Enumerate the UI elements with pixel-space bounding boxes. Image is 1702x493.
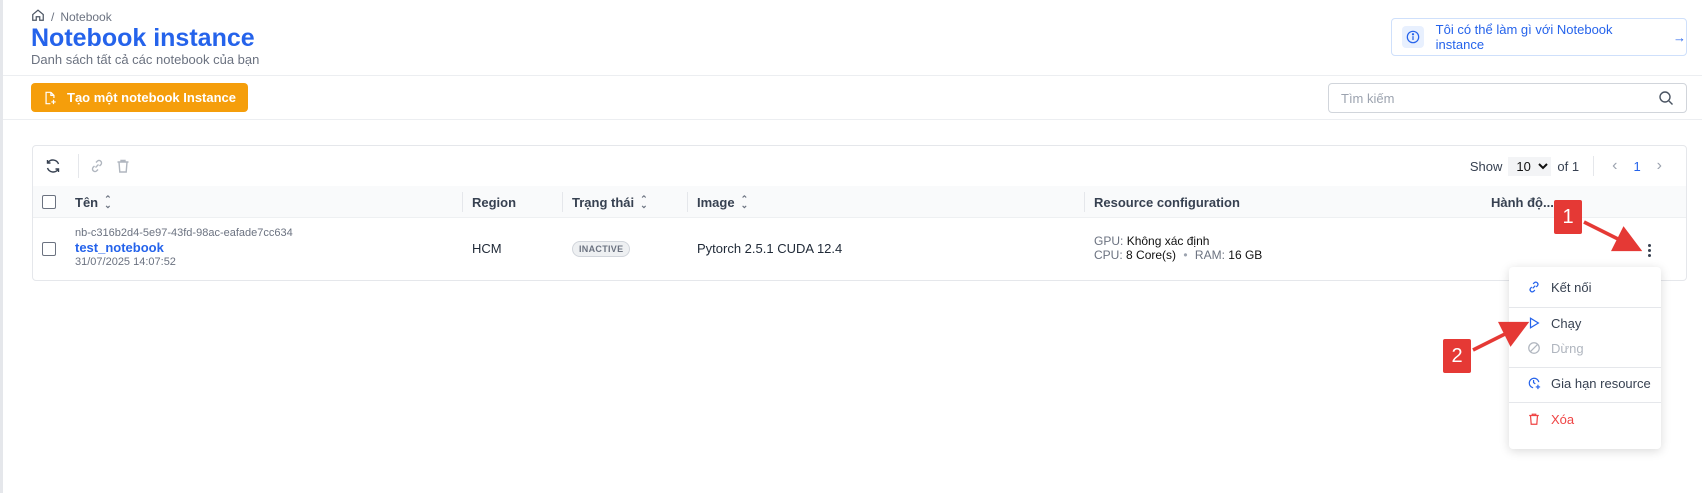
column-label: Tên — [75, 194, 99, 210]
menu-divider — [1509, 367, 1661, 368]
page-total: of 1 — [1557, 158, 1580, 174]
menu-item-label: Dừng — [1551, 340, 1584, 356]
bullet-separator: • — [1183, 248, 1188, 262]
page-title: Notebook instance — [31, 24, 255, 52]
created-date: 31/07/2025 14:07:52 — [75, 256, 176, 268]
pager-divider — [1593, 156, 1595, 176]
menu-item-label: Xóa — [1551, 411, 1575, 427]
notebook-table: Show 10 of 1 ‹ 1 › Tên ⌃ ⌄ Region Trạng t… — [32, 145, 1687, 281]
column-label: Image — [697, 194, 735, 210]
select-all-checkbox[interactable] — [42, 195, 56, 209]
menu-item-connect[interactable]: Kết nối — [1509, 275, 1661, 299]
cpu-ram-line: CPU: 8 Core(s) • RAM: 16 GB — [1094, 248, 1262, 262]
table-header: Tên ⌃ ⌄ Region Trạng thái ⌃ ⌄ Image ⌃ ⌄ Res… — [33, 186, 1686, 218]
sort-icon[interactable]: ⌃ ⌄ — [640, 195, 648, 210]
row-checkbox[interactable] — [42, 242, 56, 256]
column-header-status[interactable]: Trạng thái ⌃ ⌄ — [572, 186, 648, 218]
page-subtitle: Danh sách tất cả các notebook của bạn — [31, 52, 260, 67]
menu-item-run[interactable]: Chạy — [1509, 311, 1661, 335]
home-icon[interactable] — [31, 8, 45, 25]
menu-divider — [1509, 402, 1661, 403]
chevron-right-icon[interactable]: › — [1653, 157, 1666, 175]
annotation-callout-1: 1 — [1554, 200, 1582, 234]
create-notebook-label: Tạo một notebook Instance — [67, 90, 237, 105]
table-toolbar: Show 10 of 1 ‹ 1 › — [33, 146, 1686, 186]
search-input[interactable] — [1341, 90, 1658, 106]
breadcrumb-separator: / — [51, 9, 55, 24]
stop-icon — [1528, 342, 1540, 354]
add-file-icon — [45, 91, 56, 104]
menu-item-label: Chạy — [1551, 315, 1582, 331]
select-all-cell — [42, 186, 56, 218]
notebook-name-link[interactable]: test_notebook — [75, 240, 293, 255]
column-label: Trạng thái — [572, 194, 635, 210]
search-box — [1328, 83, 1687, 113]
page-size-select[interactable]: 10 — [1508, 156, 1552, 176]
table-row: nb-c316b2d4-5e97-43fd-98ac-eafade7cc634 … — [33, 218, 1686, 281]
page-header: / Notebook Notebook instance Danh sách t… — [3, 0, 1702, 76]
arrow-right-icon: → — [1673, 29, 1686, 45]
play-icon — [1529, 317, 1540, 329]
menu-item-extend-resource[interactable]: Gia hạn resource — [1509, 371, 1661, 395]
gpu-label: GPU: — [1094, 234, 1124, 248]
column-label: Region — [472, 194, 517, 210]
notebook-id: nb-c316b2d4-5e97-43fd-98ac-eafade7cc634 — [75, 227, 293, 239]
row-checkbox-cell — [42, 242, 56, 256]
page-toolbar: Tạo một notebook Instance — [3, 76, 1702, 120]
region-cell: HCM — [472, 241, 502, 256]
column-divider — [562, 192, 563, 212]
column-label: Resource configuration — [1094, 194, 1240, 210]
more-actions-icon[interactable] — [1643, 240, 1655, 260]
breadcrumb: / Notebook — [31, 8, 112, 25]
help-link[interactable]: Tôi có thể làm gì với Notebook instance … — [1391, 18, 1687, 56]
column-divider — [687, 192, 688, 212]
ram-label: RAM: — [1194, 248, 1225, 262]
status-cell: INACTIVE — [572, 240, 631, 257]
current-page[interactable]: 1 — [1627, 159, 1646, 174]
column-header-actions: Hành độ... — [1491, 186, 1554, 218]
clock-plus-icon — [1528, 377, 1541, 390]
image-cell: Pytorch 2.5.1 CUDA 12.4 — [697, 241, 843, 256]
breadcrumb-current: Notebook — [60, 9, 112, 24]
column-header-region: Region — [472, 186, 516, 218]
menu-item-stop: Dừng — [1509, 336, 1661, 360]
trash-icon[interactable] — [115, 158, 131, 174]
trash-icon — [1529, 413, 1539, 425]
gpu-value: Không xác định — [1126, 234, 1210, 248]
cpu-value: 8 Core(s) — [1126, 248, 1177, 262]
column-header-resource: Resource configuration — [1094, 186, 1240, 218]
name-cell: nb-c316b2d4-5e97-43fd-98ac-eafade7cc634 … — [75, 227, 293, 268]
create-notebook-button[interactable]: Tạo một notebook Instance — [31, 83, 249, 112]
search-icon[interactable] — [1658, 90, 1674, 106]
column-label: Hành độ... — [1491, 194, 1554, 210]
resource-cell: GPU: Không xác định CPU: 8 Core(s) • RAM… — [1094, 234, 1262, 262]
sort-icon[interactable]: ⌃ ⌄ — [741, 195, 749, 210]
ram-value: 16 GB — [1228, 248, 1263, 262]
menu-item-label: Gia hạn resource — [1551, 375, 1651, 391]
column-header-name[interactable]: Tên ⌃ ⌄ — [75, 186, 112, 218]
annotation-callout-2: 2 — [1443, 339, 1471, 373]
pagination: Show 10 of 1 ‹ 1 › — [1470, 156, 1666, 176]
show-label: Show — [1469, 158, 1503, 174]
column-divider — [1084, 192, 1085, 212]
help-link-label: Tôi có thể làm gì với Notebook instance — [1435, 22, 1613, 52]
link-icon — [1529, 281, 1539, 293]
action-menu: Kết nối Chạy Dừng Gia hạn resource Xóa — [1509, 267, 1661, 449]
status-badge: INACTIVE — [572, 241, 631, 257]
sort-icon[interactable]: ⌃ ⌄ — [104, 195, 112, 210]
menu-item-label: Kết nối — [1551, 279, 1592, 295]
column-header-image[interactable]: Image ⌃ ⌄ — [697, 186, 748, 218]
info-icon — [1402, 26, 1424, 48]
column-divider — [462, 192, 463, 212]
menu-divider — [1509, 307, 1661, 308]
toolbar-divider — [78, 154, 79, 178]
menu-item-delete[interactable]: Xóa — [1509, 407, 1661, 431]
chevron-left-icon[interactable]: ‹ — [1608, 157, 1621, 175]
link-icon[interactable] — [89, 158, 105, 174]
refresh-icon[interactable] — [45, 158, 61, 174]
cpu-label: CPU: — [1094, 248, 1123, 262]
gpu-line: GPU: Không xác định — [1094, 234, 1262, 248]
